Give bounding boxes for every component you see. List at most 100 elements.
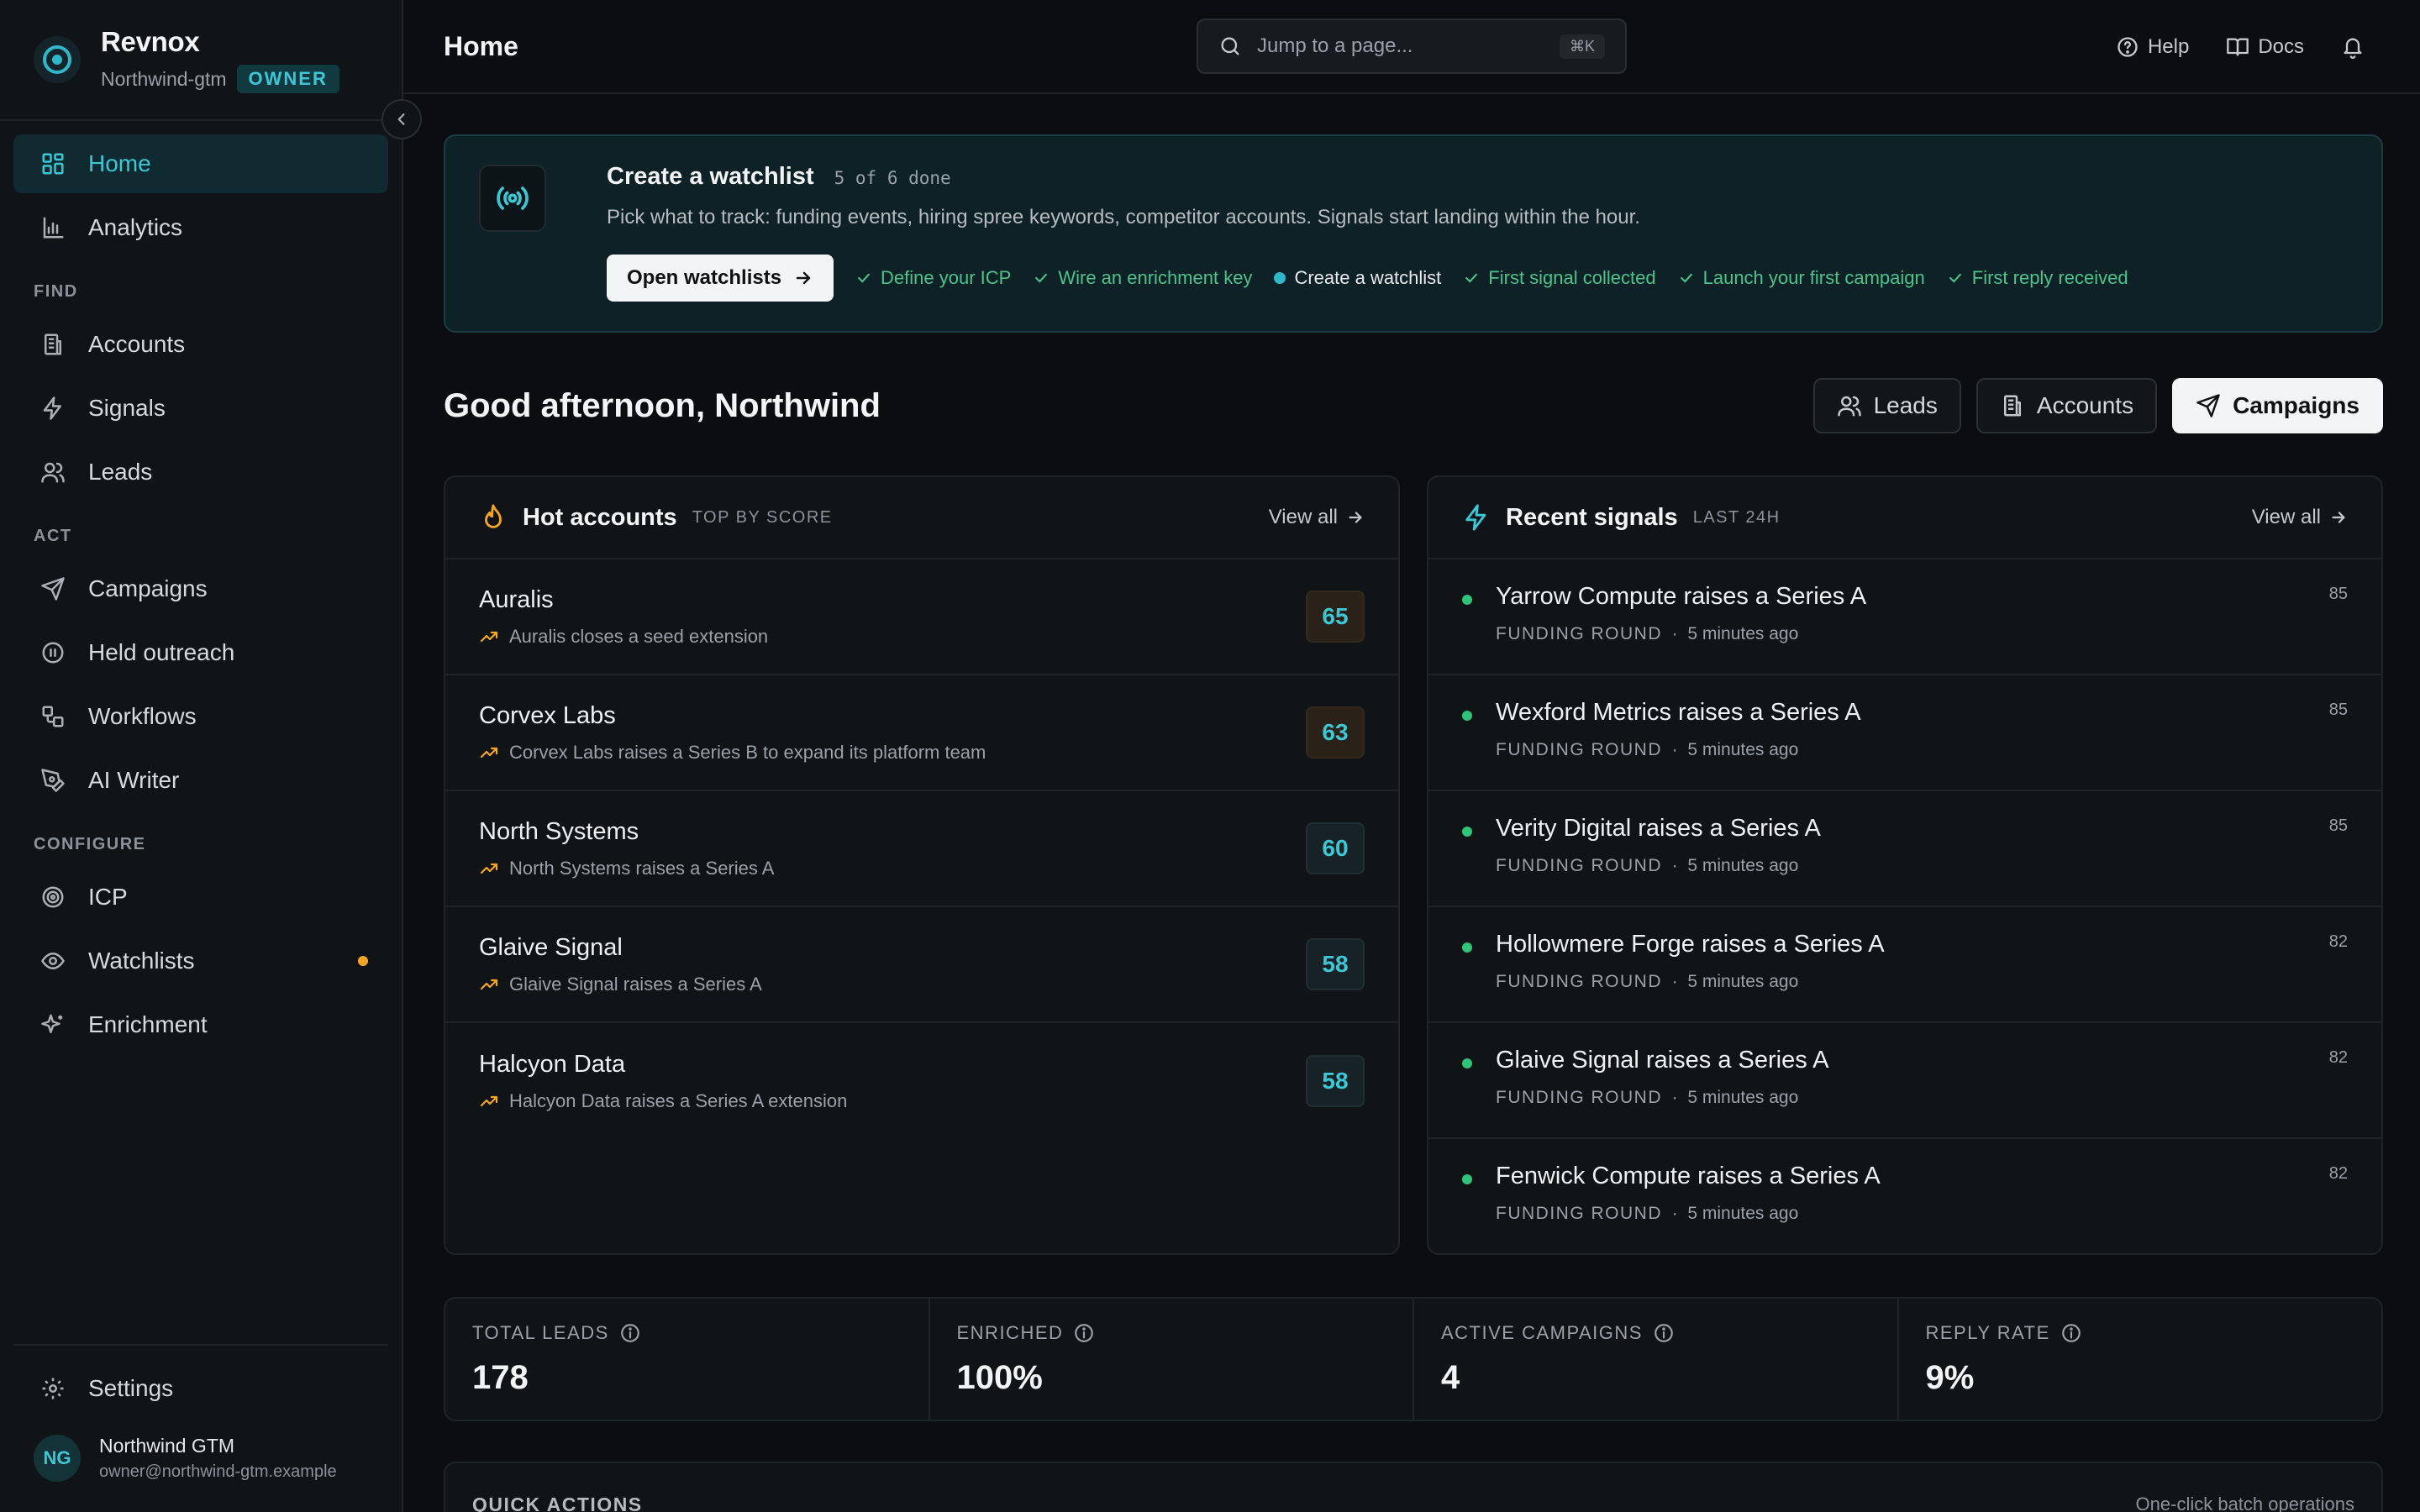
- sidebar-item-signals[interactable]: Signals: [13, 379, 388, 438]
- campaigns-button[interactable]: Campaigns: [2172, 378, 2383, 433]
- panel-title: Recent signals: [1506, 503, 1678, 531]
- signal-type: FUNDING ROUND: [1496, 624, 1662, 643]
- step-label: Wire an enrichment key: [1058, 267, 1253, 288]
- bell-icon: [2344, 38, 2362, 59]
- status-dot: [1462, 711, 1472, 721]
- list-item[interactable]: Yarrow Compute raises a Series A FUNDING …: [1428, 559, 2381, 675]
- notification-dot: [358, 956, 368, 966]
- signal-title: Hollowmere Forge raises a Series A: [1496, 931, 1885, 958]
- table-row[interactable]: Auralis Auralis closes a seed extension 65: [445, 559, 1398, 675]
- table-row[interactable]: Glaive Signal Glaive Signal raises a Seri…: [445, 907, 1398, 1023]
- check-icon: [858, 273, 870, 283]
- leads-button[interactable]: Leads: [1812, 378, 1961, 433]
- book-icon: [2227, 38, 2249, 56]
- nav-section-act: ACT: [34, 527, 72, 545]
- view-all-link[interactable]: View all: [2252, 506, 2348, 529]
- sidebar-item-label: Leads: [88, 459, 153, 485]
- account-name: Corvex Labs: [479, 701, 616, 729]
- docs-label: Docs: [2258, 35, 2304, 58]
- panel-title: Hot accounts: [523, 503, 677, 531]
- table-row[interactable]: Corvex Labs Corvex Labs raises a Series B…: [445, 675, 1398, 791]
- flame-icon: [485, 504, 502, 528]
- onboarding-step: First signal collected: [1463, 267, 1656, 289]
- sidebar-item-analytics[interactable]: Analytics: [13, 198, 388, 257]
- role-badge: OWNER: [236, 65, 339, 93]
- help-link[interactable]: Help: [2116, 35, 2189, 59]
- sidebar-item-watchlists[interactable]: Watchlists: [13, 932, 388, 990]
- score-badge: 58: [1306, 938, 1365, 990]
- search-placeholder: Jump to a page...: [1257, 34, 1413, 57]
- sidebar-item-settings[interactable]: Settings: [13, 1359, 388, 1418]
- view-all-label: View all: [1268, 506, 1338, 528]
- stat-reply-rate: REPLY RATE 9%: [1899, 1299, 2382, 1420]
- sidebar-item-leads[interactable]: Leads: [13, 443, 388, 501]
- account-name: Auralis: [479, 585, 554, 613]
- view-all-link[interactable]: View all: [1269, 506, 1365, 529]
- score-badge: 58: [1306, 1055, 1365, 1107]
- signal-score: 85: [2328, 816, 2348, 835]
- check-icon: [1949, 273, 1961, 283]
- account-signal: Auralis closes a seed extension: [509, 625, 769, 647]
- table-row[interactable]: North Systems North Systems raises a Seri…: [445, 791, 1398, 907]
- banner-title: Create a watchlist: [607, 163, 814, 190]
- sidebar-item-held-outreach[interactable]: Held outreach: [13, 623, 388, 682]
- trending-up-icon: [480, 631, 498, 642]
- step-label: Launch your first campaign: [1702, 267, 1925, 288]
- list-item[interactable]: Fenwick Compute raises a Series A FUNDING…: [1428, 1139, 2381, 1253]
- accounts-list: Auralis Auralis closes a seed extension 65…: [445, 559, 1398, 1139]
- notifications-button[interactable]: [2341, 35, 2373, 59]
- separator: ·: [1662, 972, 1688, 991]
- sidebar-item-ai-writer[interactable]: AI Writer: [13, 751, 388, 810]
- separator: ·: [1662, 1088, 1688, 1107]
- main-content: Home Jump to a page... ⌘K Help Docs Crea…: [403, 0, 2420, 1512]
- sidebar-item-accounts[interactable]: Accounts: [13, 315, 388, 374]
- lightning-icon: [1465, 504, 1486, 531]
- stat-label: ENRICHED: [956, 1322, 1064, 1343]
- stat-label: TOTAL LEADS: [472, 1322, 609, 1343]
- account-name: North Systems: [479, 817, 639, 845]
- list-item[interactable]: Wexford Metrics raises a Series A FUNDING…: [1428, 675, 2381, 791]
- building-icon: [39, 331, 66, 358]
- docs-link[interactable]: Docs: [2226, 35, 2304, 59]
- accounts-button[interactable]: Accounts: [1975, 378, 2158, 433]
- sidebar-item-home[interactable]: Home: [13, 134, 388, 193]
- sidebar-item-enrichment[interactable]: Enrichment: [13, 995, 388, 1054]
- info-icon[interactable]: [2060, 1322, 2082, 1344]
- open-watchlists-button[interactable]: Open watchlists: [607, 255, 834, 302]
- sidebar-item-icp[interactable]: ICP: [13, 868, 388, 927]
- hot-accounts-panel: Hot accounts TOP BY SCORE View all Aural…: [444, 475, 1400, 1255]
- user-profile[interactable]: NG Northwind GTM owner@northwind-gtm.exa…: [13, 1435, 388, 1482]
- onboarding-banner: Create a watchlist 5 of 6 done Pick what…: [444, 134, 2383, 333]
- table-row[interactable]: Halcyon Data Halcyon Data raises a Series…: [445, 1023, 1398, 1139]
- sidebar-item-label: ICP: [88, 884, 128, 910]
- info-icon[interactable]: [1653, 1322, 1675, 1344]
- signal-score: 82: [2328, 932, 2348, 951]
- info-icon[interactable]: [1073, 1322, 1095, 1344]
- list-item[interactable]: Hollowmere Forge raises a Series A FUNDIN…: [1428, 907, 2381, 1023]
- stat-active-campaigns: ACTIVE CAMPAIGNS 4: [1414, 1299, 1899, 1420]
- sidebar-item-workflows[interactable]: Workflows: [13, 687, 388, 746]
- sidebar-item-label: Home: [88, 150, 151, 176]
- info-icon[interactable]: [619, 1322, 641, 1344]
- arrow-right-icon: [2332, 512, 2345, 523]
- page-title: Home: [444, 30, 518, 61]
- button-label: Open watchlists: [627, 266, 782, 289]
- arrow-right-icon: [796, 271, 811, 285]
- search-input[interactable]: Jump to a page... ⌘K: [1197, 18, 1627, 74]
- user-email: owner@northwind-gtm.example: [99, 1462, 337, 1481]
- sidebar-item-campaigns[interactable]: Campaigns: [13, 559, 388, 618]
- account-signal: Corvex Labs raises a Series B to expand …: [509, 741, 986, 763]
- list-item[interactable]: Verity Digital raises a Series A FUNDING …: [1428, 791, 2381, 907]
- list-item[interactable]: Glaive Signal raises a Series A FUNDING R…: [1428, 1023, 2381, 1139]
- account-signal: Halcyon Data raises a Series A extension: [509, 1089, 848, 1111]
- separator: ·: [1662, 740, 1688, 759]
- sidebar-item-label: Analytics: [88, 214, 183, 240]
- topbar: Home Jump to a page... ⌘K Help Docs: [403, 0, 2420, 94]
- separator: ·: [1662, 856, 1688, 875]
- sidebar-item-label: Settings: [88, 1375, 174, 1401]
- signal-title: Fenwick Compute raises a Series A: [1496, 1163, 1881, 1189]
- user-name: Northwind GTM: [99, 1435, 235, 1457]
- score-badge: 60: [1306, 822, 1365, 874]
- brand-name: Revnox: [101, 26, 200, 57]
- collapse-sidebar-button[interactable]: [381, 99, 422, 139]
